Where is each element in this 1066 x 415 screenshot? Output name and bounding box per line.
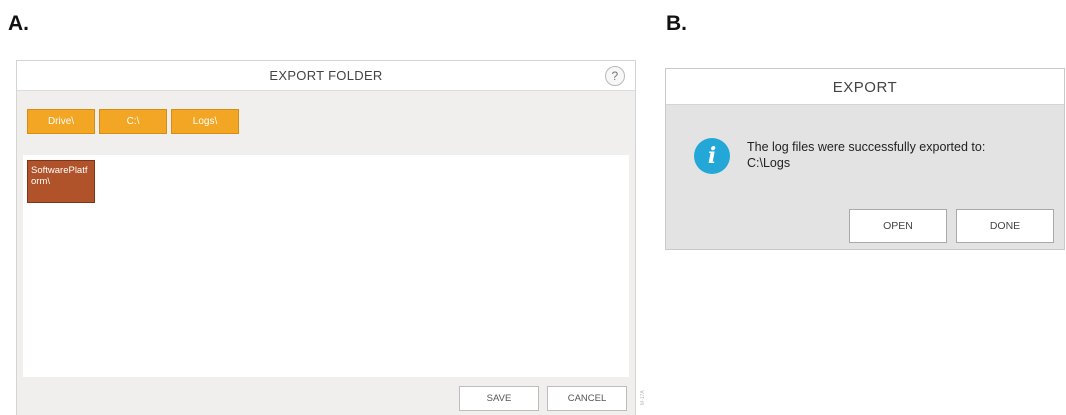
export-message-line1: The log files were successfully exported… xyxy=(747,140,986,154)
figure-side-code: M-17A xyxy=(640,390,646,405)
export-title: EXPORT xyxy=(832,79,898,96)
breadcrumb-c-drive[interactable]: C:\ xyxy=(99,109,167,134)
export-message-path: C:\Logs xyxy=(747,156,791,170)
save-button[interactable]: SAVE xyxy=(459,386,539,411)
export-confirm-dialog: EXPORT i The log files were successfully… xyxy=(665,68,1065,250)
export-folder-title: EXPORT FOLDER xyxy=(269,68,383,83)
folder-list-area: SoftwarePlatform\ xyxy=(23,155,629,377)
export-folder-titlebar: EXPORT FOLDER ? xyxy=(17,61,635,91)
breadcrumb-logs[interactable]: Logs\ xyxy=(171,109,239,134)
help-button[interactable]: ? xyxy=(605,66,625,86)
done-button[interactable]: DONE xyxy=(956,209,1054,243)
panel-a-letter: A. xyxy=(8,12,29,35)
breadcrumb-drive[interactable]: Drive\ xyxy=(27,109,95,134)
folder-tile-softwareplatform[interactable]: SoftwarePlatform\ xyxy=(27,160,95,203)
question-mark-icon: ? xyxy=(611,69,619,83)
export-titlebar: EXPORT xyxy=(666,69,1064,105)
panel-b-letter: B. xyxy=(666,12,687,35)
export-folder-dialog: EXPORT FOLDER ? Drive\ C:\ Logs\ Softwar… xyxy=(16,60,636,415)
info-icon: i xyxy=(694,138,730,174)
export-message: The log files were successfully exported… xyxy=(747,139,985,171)
open-button[interactable]: OPEN xyxy=(849,209,947,243)
cancel-button[interactable]: CANCEL xyxy=(547,386,627,411)
